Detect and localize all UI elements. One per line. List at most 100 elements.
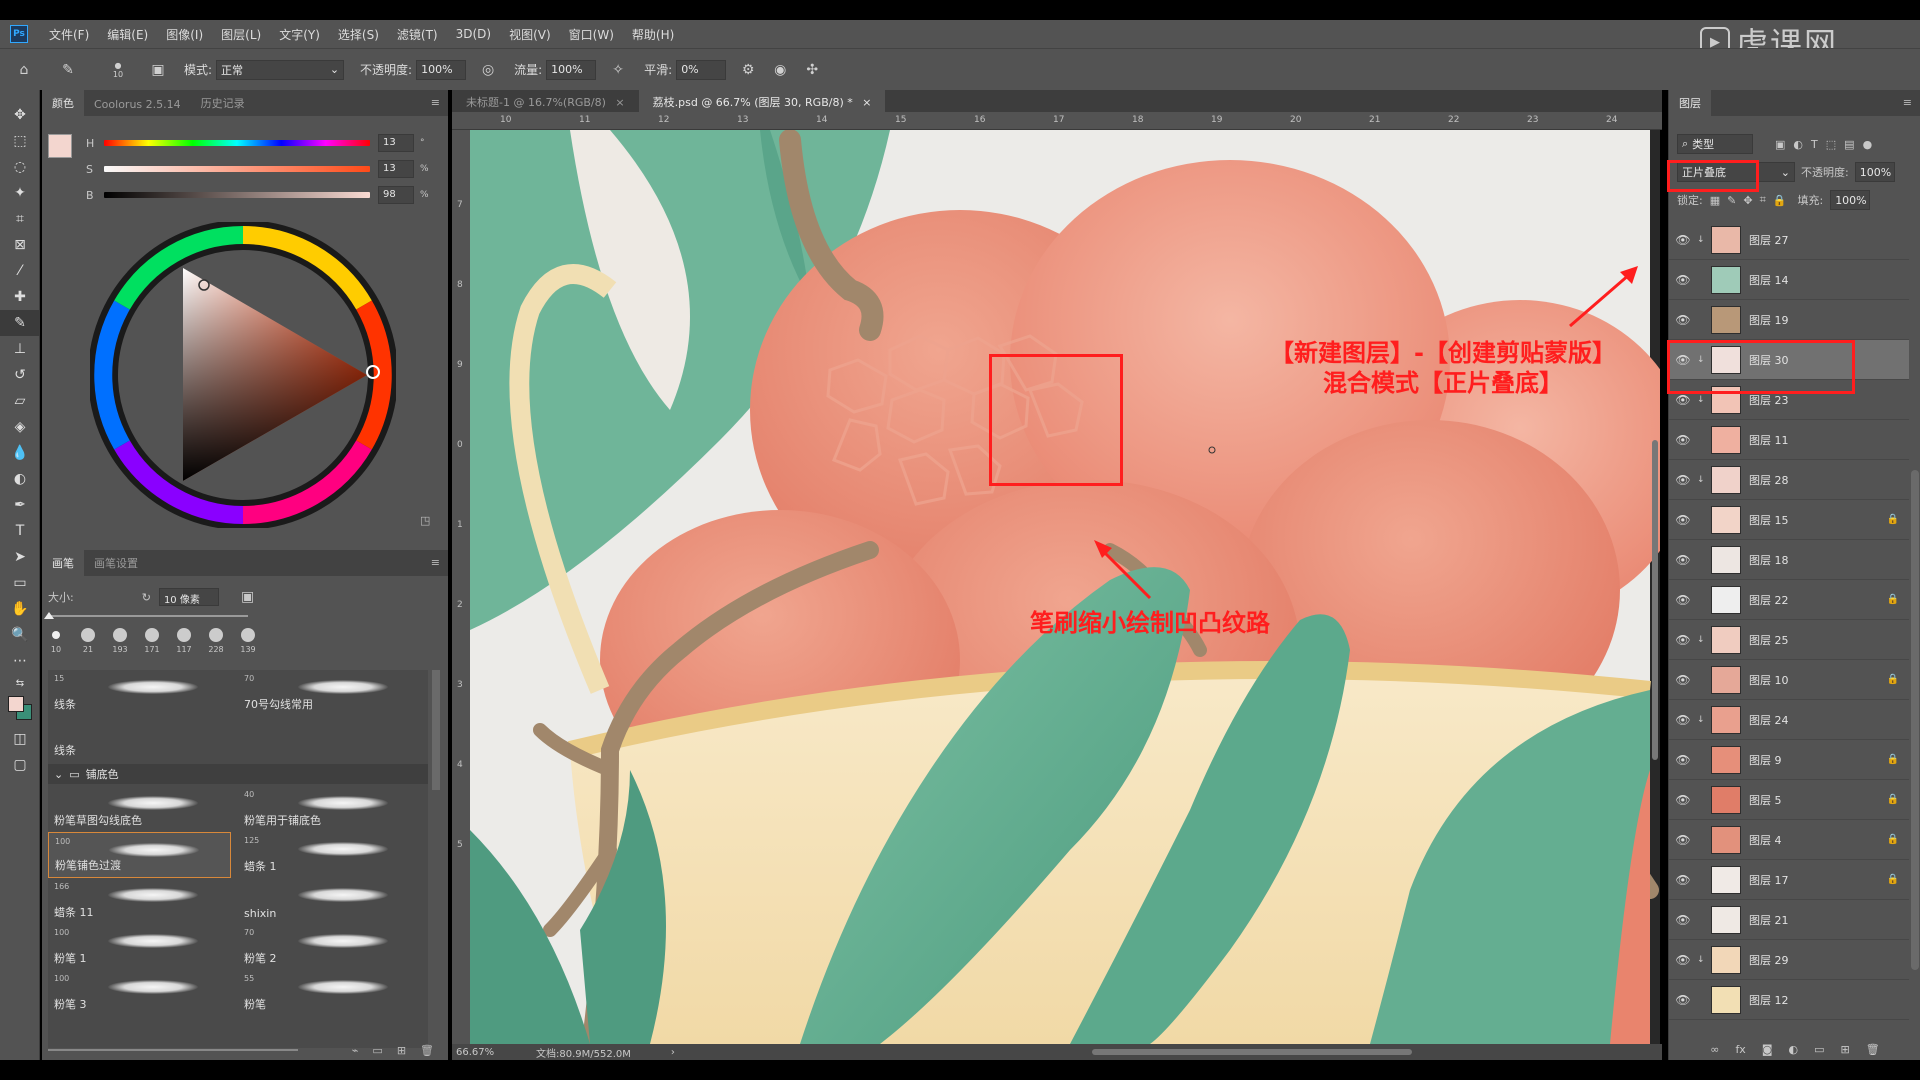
brightness-value[interactable]: 98: [378, 186, 414, 204]
layer-name[interactable]: 图层 17: [1749, 872, 1789, 888]
menu-edit[interactable]: 编辑(E): [98, 26, 157, 43]
menu-3d[interactable]: 3D(D): [447, 27, 500, 41]
foreground-color-chip[interactable]: [48, 134, 72, 158]
foreground-color-swatch[interactable]: [8, 696, 24, 712]
visibility-eye-icon[interactable]: 👁: [1669, 393, 1697, 407]
tab-document-lychee[interactable]: 荔枝.psd @ 66.7% (图层 30, RGB/8) * ×: [638, 90, 886, 112]
reset-icon[interactable]: ↻: [142, 591, 151, 604]
layer-style-icon[interactable]: fx: [1735, 1043, 1745, 1056]
layer-thumbnail[interactable]: [1711, 545, 1741, 574]
layer-thumbnail[interactable]: [1711, 265, 1741, 294]
history-brush-tool-icon[interactable]: ↺: [0, 362, 40, 388]
layer-name[interactable]: 图层 25: [1749, 632, 1789, 648]
visibility-eye-icon[interactable]: 👁: [1669, 953, 1697, 967]
filter-toggle-icon[interactable]: ●: [1863, 138, 1873, 151]
visibility-eye-icon[interactable]: 👁: [1669, 913, 1697, 927]
quick-mask-icon[interactable]: ◫: [0, 726, 40, 752]
eraser-tool-icon[interactable]: ▱: [0, 388, 40, 414]
clone-stamp-tool-icon[interactable]: ⊥: [0, 336, 40, 362]
brush-item[interactable]: 70 70号勾线常用: [238, 670, 421, 716]
panel-menu-icon[interactable]: ≡: [431, 96, 440, 109]
fill-input[interactable]: 100%: [1830, 190, 1871, 210]
layer-row[interactable]: 👁 图层 10 🔒: [1669, 660, 1909, 700]
layer-thumbnail[interactable]: [1711, 785, 1741, 814]
visibility-eye-icon[interactable]: 👁: [1669, 433, 1697, 447]
screen-mode-icon[interactable]: ▢: [0, 752, 40, 778]
filter-shape-icon[interactable]: ⬚: [1826, 138, 1836, 151]
layer-name[interactable]: 图层 21: [1749, 912, 1789, 928]
pen-tool-icon[interactable]: ✒: [0, 492, 40, 518]
marquee-tool-icon[interactable]: ⬚: [0, 128, 40, 154]
layers-panel-menu-icon[interactable]: ≡: [1903, 96, 1912, 109]
layer-name[interactable]: 图层 22: [1749, 592, 1789, 608]
toggle-brush-preview-icon[interactable]: ⌁: [352, 1044, 359, 1057]
path-selection-tool-icon[interactable]: ➤: [0, 544, 40, 570]
saturation-slider[interactable]: [104, 166, 370, 172]
visibility-eye-icon[interactable]: 👁: [1669, 833, 1697, 847]
dodge-tool-icon[interactable]: ◐: [0, 466, 40, 492]
tab-brushes[interactable]: 画笔: [42, 550, 84, 576]
tab-layers[interactable]: 图层: [1669, 90, 1711, 116]
brush-item[interactable]: 40 粉笔用于铺底色: [238, 786, 421, 832]
recent-brush-4[interactable]: 171: [142, 628, 162, 655]
visibility-eye-icon[interactable]: 👁: [1669, 593, 1697, 607]
recent-brush-6[interactable]: 228: [206, 628, 226, 655]
document-info[interactable]: 文档:80.9M/552.0M: [536, 1045, 631, 1060]
canvas-vertical-scrollbar[interactable]: [1652, 440, 1658, 760]
tab-document-untitled[interactable]: 未标题-1 @ 16.7%(RGB/8) ×: [452, 90, 639, 112]
brush-item[interactable]: 线条: [48, 716, 231, 762]
zoom-tool-icon[interactable]: 🔍: [0, 622, 40, 648]
close-icon[interactable]: ×: [615, 96, 624, 109]
frame-tool-icon[interactable]: ⊠: [0, 232, 40, 258]
brush-preset-picker[interactable]: ● 10: [108, 60, 128, 80]
layer-thumbnail[interactable]: [1711, 505, 1741, 534]
layer-thumbnail[interactable]: [1711, 705, 1741, 734]
brush-tool-icon[interactable]: ✎: [58, 60, 78, 80]
new-group-icon[interactable]: ▭: [1814, 1043, 1824, 1056]
brush-size-slider-thumb[interactable]: [44, 612, 54, 619]
mode-select[interactable]: 正常 ⌄: [216, 59, 345, 80]
recent-brush-7[interactable]: 139: [238, 628, 258, 655]
visibility-eye-icon[interactable]: 👁: [1669, 873, 1697, 887]
layer-row[interactable]: 👁 图层 11: [1669, 420, 1909, 460]
menu-window[interactable]: 窗口(W): [560, 26, 623, 43]
hue-slider[interactable]: [104, 140, 370, 146]
layer-name[interactable]: 图层 10: [1749, 672, 1789, 688]
layer-thumbnail[interactable]: [1711, 665, 1741, 694]
healing-brush-tool-icon[interactable]: ✚: [0, 284, 40, 310]
symmetry-icon[interactable]: ✣: [802, 60, 822, 80]
visibility-eye-icon[interactable]: 👁: [1669, 273, 1697, 287]
layer-row[interactable]: 👁 图层 18: [1669, 540, 1909, 580]
brush-size-slider[interactable]: [48, 615, 248, 617]
lock-transparent-icon[interactable]: ▦: [1710, 194, 1720, 207]
recent-brush-5[interactable]: 117: [174, 628, 194, 655]
lock-artboard-icon[interactable]: ⌗: [1760, 193, 1766, 207]
layer-name[interactable]: 图层 29: [1749, 952, 1789, 968]
flow-input[interactable]: 100%: [546, 59, 597, 80]
layer-row[interactable]: 👁 图层 22 🔒: [1669, 580, 1909, 620]
more-tools-icon[interactable]: ⋯: [0, 648, 40, 674]
layer-name[interactable]: 图层 15: [1749, 512, 1789, 528]
layer-name[interactable]: 图层 19: [1749, 312, 1789, 328]
filter-type-icon[interactable]: T: [1811, 138, 1818, 151]
rectangle-tool-icon[interactable]: ▭: [0, 570, 40, 596]
lock-all-icon[interactable]: 🔒: [1773, 194, 1787, 207]
layer-name[interactable]: 图层 24: [1749, 712, 1789, 728]
brush-item-selected[interactable]: 100 粉笔铺色过渡: [48, 832, 231, 878]
visibility-eye-icon[interactable]: 👁: [1669, 553, 1697, 567]
status-menu-chevron-icon[interactable]: ›: [671, 1047, 675, 1058]
visibility-eye-icon[interactable]: 👁: [1669, 753, 1697, 767]
layer-thumbnail[interactable]: [1711, 745, 1741, 774]
visibility-eye-icon[interactable]: 👁: [1669, 633, 1697, 647]
menu-select[interactable]: 选择(S): [329, 26, 388, 43]
visibility-eye-icon[interactable]: 👁: [1669, 233, 1697, 247]
brush-settings-toggle-icon[interactable]: ▣: [148, 60, 168, 80]
tab-brush-settings[interactable]: 画笔设置: [84, 550, 148, 576]
layer-thumbnail[interactable]: [1711, 825, 1741, 854]
brush-group-header[interactable]: ⌄ ▭ 铺底色: [48, 764, 428, 784]
filter-adjustment-icon[interactable]: ◐: [1793, 138, 1803, 151]
magic-wand-tool-icon[interactable]: ✦: [0, 180, 40, 206]
layer-row[interactable]: 👁 ↓ 图层 29: [1669, 940, 1909, 980]
visibility-eye-icon[interactable]: 👁: [1669, 673, 1697, 687]
lock-pixels-icon[interactable]: ✎: [1727, 194, 1736, 207]
